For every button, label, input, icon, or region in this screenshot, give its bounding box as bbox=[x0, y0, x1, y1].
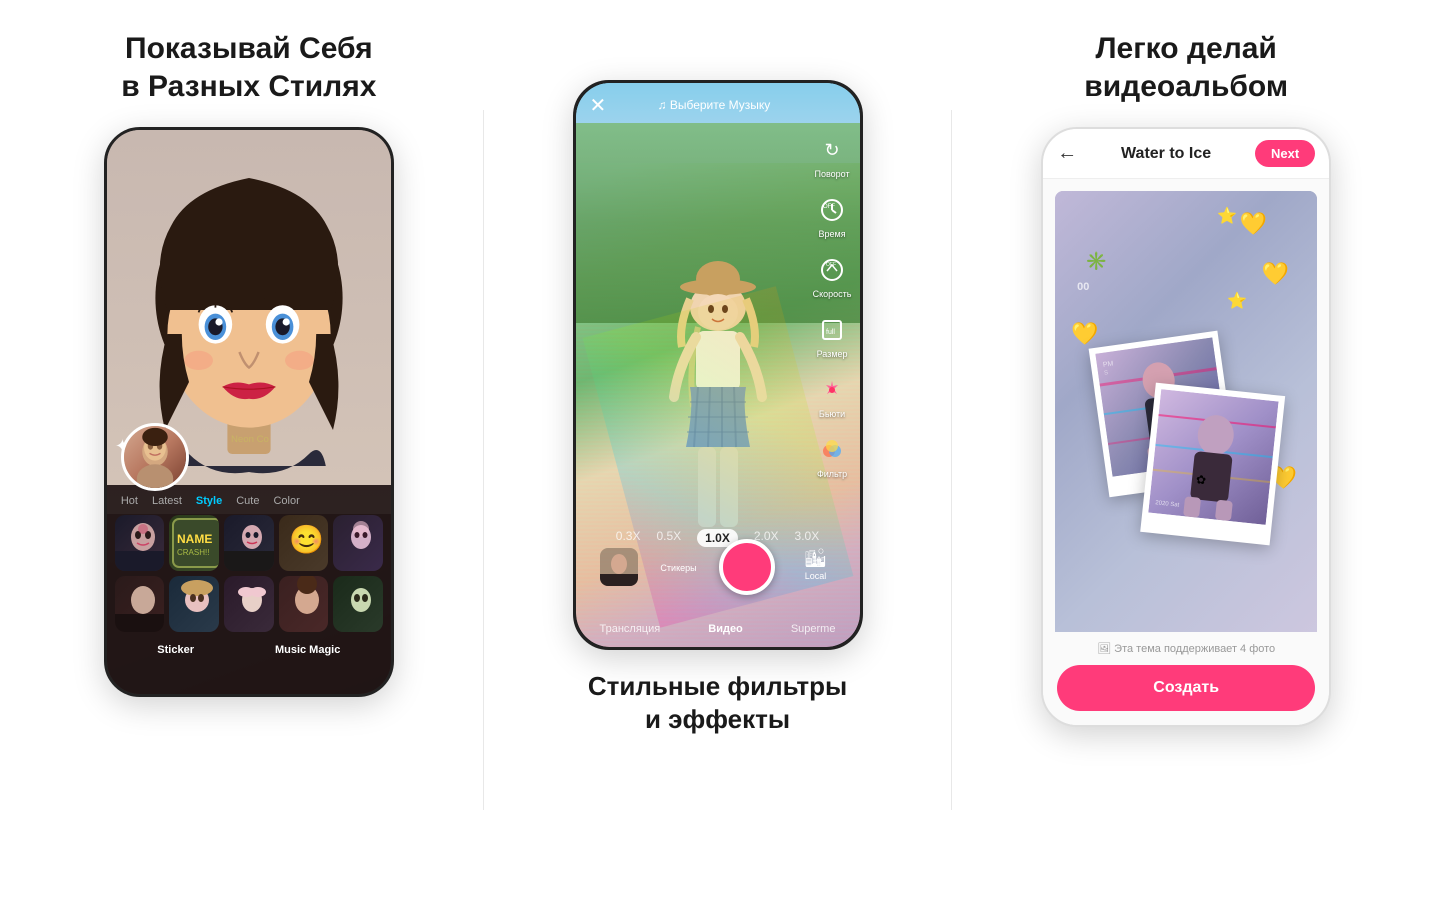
filter-icon bbox=[815, 433, 849, 467]
filter-label: Фильтр bbox=[817, 469, 847, 479]
svg-text:full: full bbox=[826, 329, 835, 336]
polaroid-2-img: ✿ 2020 Sat bbox=[1148, 389, 1278, 525]
camera-controls-right: ↻ Поворот OFF bbox=[813, 133, 852, 479]
beauty-icon bbox=[815, 373, 849, 407]
person-figure bbox=[638, 247, 798, 567]
filter-thumb-8[interactable] bbox=[224, 576, 274, 632]
local-group[interactable]: 🏙 Local bbox=[797, 548, 835, 586]
phone-mockup-1: Neon Co bbox=[104, 127, 394, 697]
phone-mockup-2: ✕ ♫ Выберите Музыку ↻ Поворот bbox=[573, 80, 863, 650]
rotate-ctrl[interactable]: ↻ Поворот bbox=[813, 133, 852, 179]
filter-thumbs-row2 bbox=[107, 576, 391, 632]
phone3-inner: ← Water to Ice Next bbox=[1043, 129, 1329, 725]
shutter-row: Стикеры 🏙 Local bbox=[576, 539, 860, 595]
filter-thumb-1[interactable] bbox=[115, 515, 165, 571]
polaroid-2: ✿ 2020 Sat bbox=[1140, 383, 1285, 546]
filter-thumb-4[interactable]: 😊 bbox=[279, 515, 329, 571]
avatar-inner bbox=[124, 426, 186, 488]
size-ctrl[interactable]: full Размер bbox=[813, 313, 852, 359]
album-title: Water to Ice bbox=[1121, 145, 1211, 163]
stickers-label: Стикеры bbox=[660, 563, 696, 573]
phone2-inner: ✕ ♫ Выберите Музыку ↻ Поворот bbox=[576, 83, 860, 647]
svg-text:Neon Co: Neon Co bbox=[231, 434, 269, 445]
back-button[interactable]: ← bbox=[1057, 142, 1077, 165]
sticker-group: Стикеры bbox=[660, 561, 696, 573]
time-ctrl[interactable]: OFF Время bbox=[813, 193, 852, 239]
divider-1 bbox=[483, 110, 484, 810]
filter-thumb-2[interactable]: NAME CRASH!! bbox=[169, 515, 219, 571]
nav-superme[interactable]: Superme bbox=[791, 623, 836, 635]
filter-ctrl[interactable]: Фильтр bbox=[813, 433, 852, 479]
camera-close-btn[interactable]: ✕ bbox=[590, 93, 607, 118]
filter-thumbs-row1: NAME CRASH!! bbox=[107, 515, 391, 571]
local-icon: 🏙 bbox=[804, 548, 827, 569]
avatar-circle bbox=[121, 423, 189, 491]
time-icon: OFF bbox=[815, 193, 849, 227]
rotate-label: Поворот bbox=[815, 169, 850, 179]
panel3-title: Легко делай видеоальбом bbox=[1084, 30, 1288, 105]
filter-tab-hot[interactable]: Hot bbox=[117, 493, 142, 509]
filter-tab-latest[interactable]: Latest bbox=[148, 493, 186, 509]
create-button[interactable]: Создать bbox=[1057, 665, 1315, 711]
filter-thumb-10[interactable] bbox=[333, 576, 383, 632]
filter-tab-cute[interactable]: Cute bbox=[232, 493, 263, 509]
phone3-header: ← Water to Ice Next bbox=[1043, 129, 1329, 179]
svg-text:😊: 😊 bbox=[289, 524, 324, 555]
shutter-button[interactable] bbox=[719, 539, 775, 595]
svg-text:S: S bbox=[1104, 370, 1109, 377]
panel1-title: Показывай Себя в Разных Стилях bbox=[121, 30, 376, 105]
svg-text:OFF: OFF bbox=[823, 204, 835, 210]
filter-thumb-5[interactable] bbox=[333, 515, 383, 571]
main-container: Показывай Себя в Разных Стилях bbox=[0, 0, 1435, 910]
time-label: Время bbox=[819, 229, 846, 239]
camera-music-label[interactable]: ♫ Выберите Музыку bbox=[658, 98, 771, 112]
panel-2: ✕ ♫ Выберите Музыку ↻ Поворот bbox=[489, 30, 947, 735]
rotate-icon: ↻ bbox=[815, 133, 849, 167]
phone1-bottom-panel: Hot Latest Style Cute Color bbox=[107, 485, 391, 694]
filter-tab-color[interactable]: Color bbox=[269, 493, 303, 509]
svg-text:NAME: NAME bbox=[177, 532, 212, 546]
svg-text:PM: PM bbox=[1103, 360, 1115, 368]
photo-collage-container: PM S bbox=[1043, 179, 1329, 659]
speed-label: Скорость bbox=[813, 289, 852, 299]
phone-mockup-3: ← Water to Ice Next bbox=[1041, 127, 1331, 727]
filter-thumb-9[interactable] bbox=[279, 576, 329, 632]
divider-2 bbox=[951, 110, 952, 810]
next-button[interactable]: Next bbox=[1255, 140, 1315, 167]
beauty-label: Бьюти bbox=[819, 409, 845, 419]
speed-ctrl[interactable]: OFF Скорость bbox=[813, 253, 852, 299]
panel-1: Показывай Себя в Разных Стилях bbox=[20, 30, 478, 697]
filter-thumb-6[interactable] bbox=[115, 576, 165, 632]
sticker-label: Sticker bbox=[157, 644, 194, 656]
phone1-labels: Sticker Music Magic bbox=[107, 638, 391, 660]
nav-video[interactable]: Видео bbox=[708, 623, 743, 635]
size-label: Размер bbox=[817, 349, 848, 359]
music-magic-label: Music Magic bbox=[275, 644, 340, 656]
local-label: Local bbox=[805, 571, 827, 581]
sticker-thumb[interactable] bbox=[600, 548, 638, 586]
filter-thumb-7[interactable] bbox=[169, 576, 219, 632]
supports-text: 🖼 Эта тема поддерживает 4 фото bbox=[1057, 642, 1315, 655]
camera-top-bar: ✕ ♫ Выберите Музыку bbox=[576, 83, 860, 127]
svg-text:CRASH!!: CRASH!! bbox=[177, 548, 209, 557]
nav-broadcast[interactable]: Трансляция bbox=[600, 623, 661, 635]
svg-text:✿: ✿ bbox=[1195, 472, 1206, 487]
filter-thumb-3[interactable] bbox=[224, 515, 274, 571]
camera-bg: ✕ ♫ Выберите Музыку ↻ Поворот bbox=[576, 83, 860, 647]
phone1-inner: Neon Co bbox=[107, 130, 391, 694]
filter-tab-style[interactable]: Style bbox=[192, 493, 226, 509]
panel2-subtitle: Стильные фильтры и эффекты bbox=[588, 670, 847, 735]
speed-icon: OFF bbox=[815, 253, 849, 287]
phone3-bottom: 🖼 Эта тема поддерживает 4 фото Создать bbox=[1043, 632, 1329, 725]
beauty-ctrl[interactable]: Бьюти bbox=[813, 373, 852, 419]
polaroid-text-00: 00 bbox=[1077, 281, 1089, 293]
camera-nav: Трансляция Видео Superme bbox=[576, 623, 860, 635]
photo-collage: PM S bbox=[1055, 191, 1317, 671]
size-icon: full bbox=[815, 313, 849, 347]
panel-3: Легко делай видеоальбом ← Water to Ice N… bbox=[957, 30, 1415, 727]
